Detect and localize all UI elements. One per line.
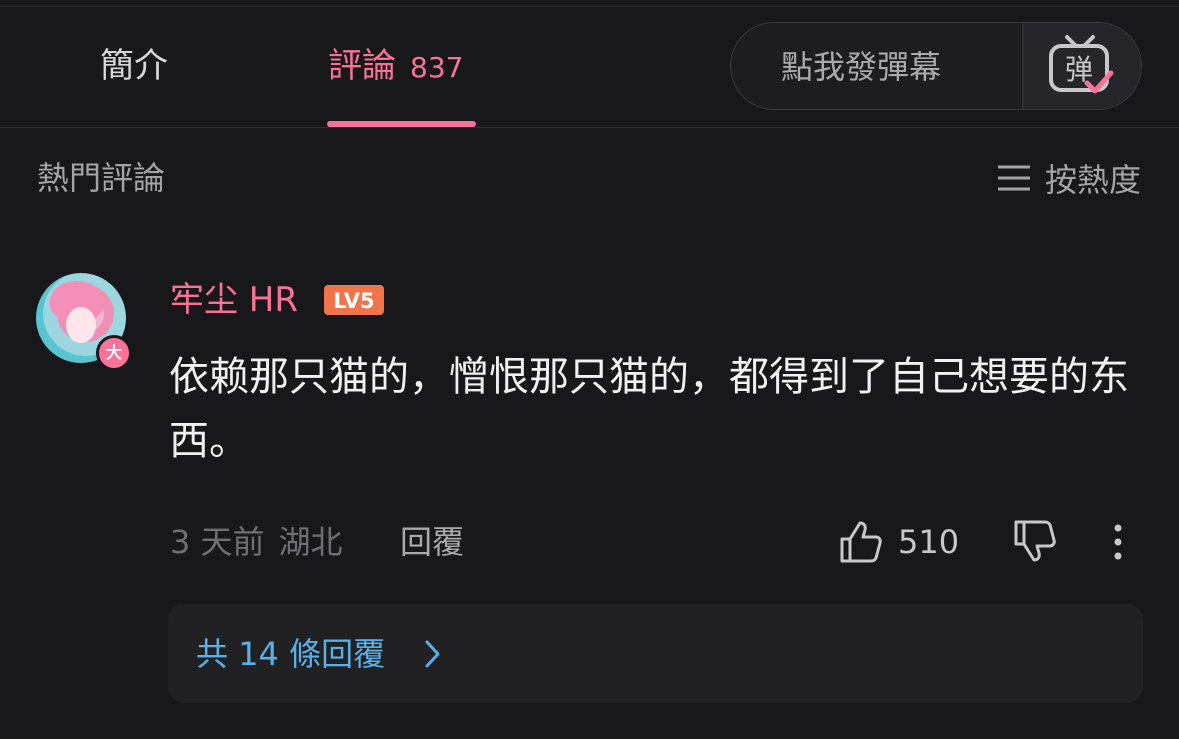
- thumbs-up-icon: [840, 521, 882, 563]
- comment-location: 湖北: [278, 523, 343, 561]
- dislike-button[interactable]: [1012, 518, 1058, 568]
- chevron-right-icon: [425, 640, 440, 668]
- avatar-face: [66, 307, 96, 343]
- vip-badge: 大: [96, 335, 132, 371]
- comment-meta: 3 天前 湖北: [170, 520, 343, 564]
- tab-active-indicator: [327, 121, 476, 127]
- sort-label: 按熱度: [1044, 161, 1141, 199]
- reply-button[interactable]: 回覆: [400, 520, 464, 564]
- tab-intro[interactable]: 簡介: [100, 44, 168, 88]
- tab-comments-count: 837: [410, 51, 464, 84]
- menu-lines-icon: [997, 165, 1030, 191]
- replies-label: 共 14 條回覆: [196, 635, 386, 673]
- danmaku-placeholder: 點我發彈幕: [781, 48, 942, 86]
- section-title: 熱門評論: [37, 159, 166, 197]
- tab-bar: 簡介 評論 837 點我發彈幕 弹: [0, 0, 1179, 128]
- danmaku-tv-icon: 弹: [1049, 35, 1114, 94]
- sort-button[interactable]: 按熱度: [997, 156, 1141, 200]
- view-replies-button[interactable]: 共 14 條回覆: [168, 604, 1143, 703]
- danmaku-input[interactable]: 點我發彈幕 弹: [730, 22, 1142, 110]
- tab-intro-label: 簡介: [100, 46, 168, 86]
- tab-comments-label: 評論: [328, 46, 396, 86]
- comment-text: 依赖那只猫的，憎恨那只猫的，都得到了自己想要的东西。: [169, 354, 1129, 464]
- danmaku-toggle-button[interactable]: 弹: [1022, 23, 1141, 109]
- danmaku-glyph: 弹: [1065, 53, 1093, 86]
- tab-comments[interactable]: 評論 837: [328, 44, 463, 90]
- username[interactable]: 牢尘 HR: [170, 278, 298, 322]
- like-count: 510: [898, 523, 960, 561]
- more-button[interactable]: [1104, 520, 1132, 568]
- thumbs-down-icon: [1014, 520, 1056, 562]
- level-badge: LV5: [324, 285, 384, 315]
- like-button[interactable]: 510: [838, 518, 959, 566]
- level-text: LV5: [333, 289, 374, 313]
- comment-time: 3 天前: [170, 523, 265, 561]
- more-vertical-icon: [1114, 524, 1122, 560]
